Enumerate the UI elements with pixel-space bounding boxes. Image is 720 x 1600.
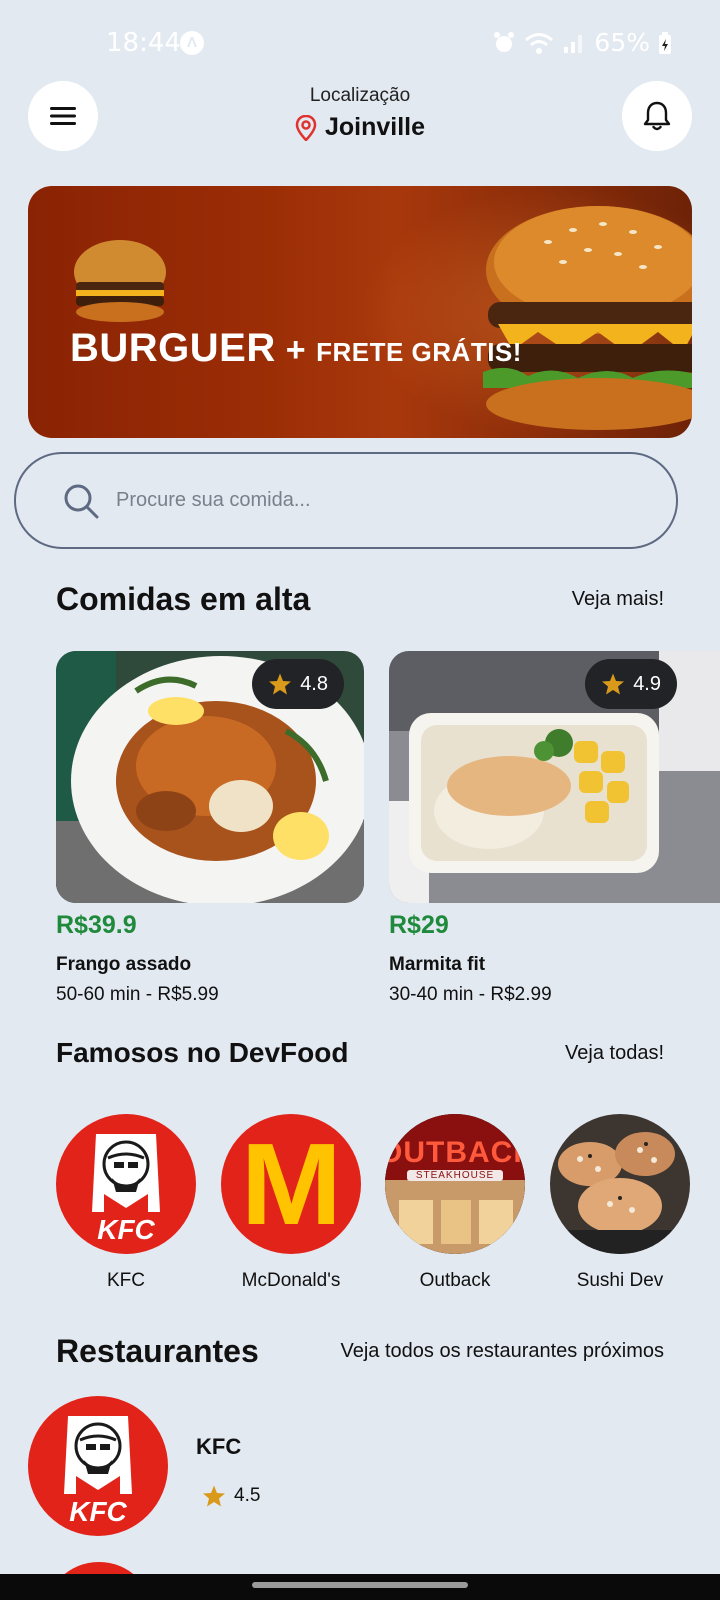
- banner-subline: FRETE GRÁTIS!: [316, 337, 522, 367]
- restaurant-rating: 4.5: [202, 1484, 260, 1508]
- burger-image: [483, 206, 692, 430]
- food-card[interactable]: 4.9 R$29 Marmita fit 30-40 min - R$2.99: [389, 651, 720, 1006]
- status-bar: 18:44 Λ 65%: [0, 0, 720, 88]
- outback-storefront-image: [385, 1114, 525, 1254]
- famous-restaurant-name: Outback: [419, 1270, 491, 1291]
- kfc-logo-text: KFC: [97, 1214, 155, 1245]
- mini-burger-image: [74, 240, 166, 322]
- food-delivery-info: 50-60 min - R$5.99: [56, 984, 219, 1005]
- famous-title: Famosos no DevFood: [56, 1037, 349, 1068]
- food-price: R$29: [389, 911, 449, 939]
- food-price: R$39.9: [56, 911, 137, 939]
- signal-icon: [564, 34, 583, 53]
- famous-see-all-link[interactable]: Veja todas!: [565, 1042, 664, 1065]
- outback-logo: OUTBACK STEAKHOUSE: [385, 1114, 525, 1254]
- banner-headline: BURGUER: [70, 326, 276, 370]
- status-time: 18:44: [106, 28, 181, 58]
- search-icon: [64, 484, 99, 518]
- sushi-image: [550, 1114, 690, 1254]
- trending-header: Comidas em alta Veja mais!: [56, 581, 664, 618]
- famous-restaurant-item[interactable]: KFC KFC: [56, 1114, 196, 1292]
- restaurants-see-all-link[interactable]: Veja todos os restaurantes próximos: [340, 1340, 664, 1363]
- kfc-logo: KFC: [56, 1114, 196, 1254]
- location-city: Joinville: [0, 113, 720, 142]
- mcdonalds-logo-letter: M: [240, 1119, 342, 1249]
- famous-restaurant-item[interactable]: OUTBACK STEAKHOUSE Outback: [385, 1114, 525, 1292]
- notifications-button[interactable]: [622, 81, 692, 151]
- rating-value: 4.9: [633, 672, 661, 695]
- rating-badge: 4.9: [585, 659, 677, 709]
- outback-logo-text: OUTBACK: [385, 1136, 525, 1169]
- status-icons: 65%: [492, 28, 672, 57]
- restaurants-header: Restaurantes Veja todos os restaurantes …: [56, 1333, 664, 1370]
- star-icon: [602, 673, 625, 695]
- kfc-logo-text: KFC: [69, 1496, 127, 1527]
- star-icon: [269, 673, 292, 695]
- trending-title: Comidas em alta: [56, 581, 311, 617]
- outback-logo-subtext: STEAKHOUSE: [407, 1170, 503, 1181]
- restaurant-rating-value: 4.5: [234, 1485, 261, 1506]
- home-gesture-handle[interactable]: [252, 1582, 468, 1588]
- city-name: Joinville: [324, 113, 426, 141]
- rating-badge: 4.8: [252, 659, 344, 709]
- bell-icon: [643, 101, 671, 131]
- famous-restaurant-item[interactable]: M McDonald's: [221, 1114, 361, 1292]
- famous-restaurant-name: KFC: [107, 1270, 145, 1291]
- food-delivery-info: 30-40 min - R$2.99: [389, 984, 552, 1005]
- rating-value: 4.8: [300, 672, 328, 695]
- location-caption: Localização: [309, 85, 411, 106]
- restaurant-name: KFC: [196, 1434, 242, 1459]
- app-notification-icon: Λ: [180, 31, 204, 55]
- banner-text: BURGUER + FRETE GRÁTIS!: [70, 326, 522, 371]
- food-card[interactable]: 4.8 R$39.9 Frango assado 50-60 min - R$5…: [56, 651, 364, 1006]
- search-bar[interactable]: [14, 452, 678, 549]
- star-icon: [203, 1485, 225, 1507]
- location-pin-icon: [295, 114, 317, 141]
- food-name: Frango assado: [56, 954, 192, 975]
- food-image: 4.8: [56, 651, 364, 903]
- promo-banner[interactable]: BURGUER + FRETE GRÁTIS!: [28, 186, 692, 438]
- restaurant-logo: KFC: [28, 1396, 168, 1536]
- search-input[interactable]: [116, 489, 596, 512]
- system-navigation-bar: [0, 1574, 720, 1600]
- food-name: Marmita fit: [389, 954, 486, 975]
- battery-percent: 65%: [594, 28, 650, 57]
- famous-header: Famosos no DevFood Veja todas!: [56, 1037, 664, 1069]
- alarm-icon: [494, 31, 515, 52]
- trending-see-more-link[interactable]: Veja mais!: [572, 588, 664, 611]
- wifi-icon: [525, 32, 554, 54]
- famous-restaurant-item[interactable]: Sushi Dev: [550, 1114, 690, 1292]
- restaurants-title: Restaurantes: [56, 1333, 259, 1369]
- mcdonalds-logo: M: [221, 1114, 361, 1254]
- famous-restaurant-name: McDonald's: [241, 1270, 341, 1291]
- food-image: 4.9: [389, 651, 720, 903]
- banner-plus: +: [285, 331, 307, 369]
- location-selector[interactable]: Localização Joinville: [0, 85, 720, 142]
- sushi-dev-logo: [550, 1114, 690, 1254]
- famous-restaurant-name: Sushi Dev: [576, 1270, 664, 1291]
- battery-icon: [659, 31, 671, 54]
